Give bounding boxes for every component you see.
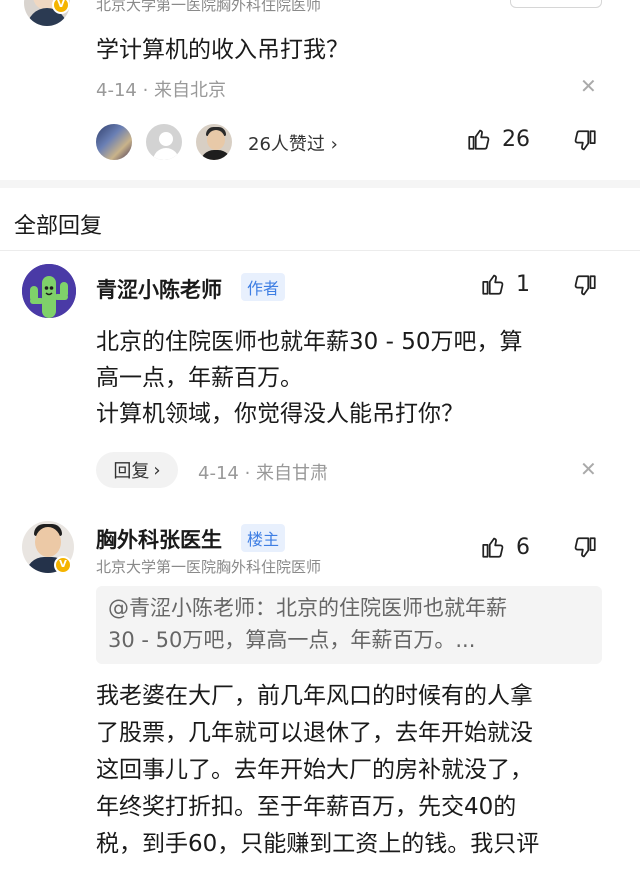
dislike-button[interactable] [572, 273, 598, 303]
reply-meta: 4-14 · 来自甘肃 [198, 459, 328, 485]
like-button[interactable]: 1 [480, 271, 530, 297]
comment-text: 学计算机的收入吊打我？ [96, 37, 349, 63]
thumbs-up-icon [482, 274, 504, 295]
thumbs-up-icon [468, 129, 490, 150]
reply-date: 4-14 [198, 463, 239, 484]
author-tag: 楼主 [241, 524, 286, 552]
reply-text-line: 北京的住院医师也就年薪30 - 50万吧，算 [96, 329, 523, 355]
author-tag: 作者 [241, 273, 286, 301]
cactus-avatar-icon [22, 264, 76, 318]
comment-meta: 4-14 · 来自北京 [96, 76, 226, 102]
like-count: 1 [516, 271, 530, 297]
reply-text-line: 计算机领域，你觉得没人能吊打你？ [96, 401, 464, 427]
comment-location: 来自北京 [154, 80, 227, 101]
reply-text-line: 了股票，几年就可以退休了，去年开始就没 [96, 720, 533, 746]
thumbs-down-icon [574, 130, 596, 151]
dislike-button[interactable] [572, 128, 598, 158]
follow-button[interactable] [510, 0, 602, 8]
dislike-button[interactable] [572, 535, 598, 565]
close-icon[interactable]: ✕ [580, 457, 597, 481]
like-count: 26 [502, 126, 530, 152]
reply-button[interactable]: 回复 › [96, 452, 178, 488]
author-title: 北京大学第一医院胸外科住院医师 [96, 0, 322, 14]
reply-location: 来自甘肃 [256, 463, 329, 484]
thumbs-down-icon [574, 537, 596, 558]
chevron-right-icon: › [330, 134, 338, 155]
thumbs-down-icon [574, 275, 596, 296]
reply-label: 回复 [113, 461, 150, 482]
like-count: 6 [516, 534, 530, 560]
quote-line: 30 - 50万吧，算高一点，年薪百万。... [108, 628, 476, 652]
section-divider [0, 180, 640, 188]
quote-line: @青涩小陈老师：北京的住院医师也就年薪 [108, 596, 507, 620]
author-name[interactable]: 青涩小陈老师 [96, 274, 222, 304]
reply-text-line: 这回事儿了。去年开始大厂的房补就没了， [96, 757, 533, 783]
comment-date: 4-14 [96, 80, 137, 101]
likers-count: 26人赞过 [248, 134, 325, 155]
reply-text-line: 高一点，年薪百万。 [96, 365, 303, 391]
meta-dot: · [142, 80, 155, 101]
author-subtitle: 北京大学第一医院胸外科住院医师 [96, 558, 322, 576]
top-comment: V 北京大学第一医院胸外科住院医师 学计算机的收入吊打我？ 4-14 · 来自北… [0, 0, 640, 178]
liker-avatar[interactable] [144, 122, 184, 162]
avatar[interactable] [22, 264, 76, 318]
liker-avatar[interactable] [194, 122, 234, 162]
reply-text-line: 年终奖打折扣。至于年薪百万，先交40的 [96, 794, 517, 820]
divider [0, 250, 640, 251]
reply-text-line: 税，到手60，只能赚到工资上的钱。我只评 [96, 831, 540, 857]
thumbs-up-icon [482, 537, 504, 558]
like-button[interactable]: 26 [466, 126, 530, 152]
reply-text: 北京的住院医师也就年薪30 - 50万吧，算 高一点，年薪百万。 计算机领域，你… [96, 324, 616, 432]
like-button[interactable]: 6 [480, 534, 530, 560]
verified-badge-icon: V [54, 556, 72, 574]
liker-avatar[interactable] [94, 122, 134, 162]
reply-text: 我老婆在大厂，前几年风口的时候有的人拿 了股票，几年就可以退休了，去年开始就没 … [96, 678, 608, 863]
author-name[interactable]: 胸外科张医生 [96, 524, 222, 554]
reply-text-line: 我老婆在大厂，前几年风口的时候有的人拿 [96, 683, 533, 709]
close-icon[interactable]: ✕ [580, 74, 597, 98]
quoted-comment[interactable]: @青涩小陈老师：北京的住院医师也就年薪 30 - 50万吧，算高一点，年薪百万。… [96, 586, 602, 664]
section-title: 全部回复 [14, 214, 103, 239]
chevron-right-icon: › [153, 459, 161, 481]
likers-link[interactable]: 26人赞过 › [248, 130, 338, 156]
meta-dot: · [244, 463, 257, 484]
